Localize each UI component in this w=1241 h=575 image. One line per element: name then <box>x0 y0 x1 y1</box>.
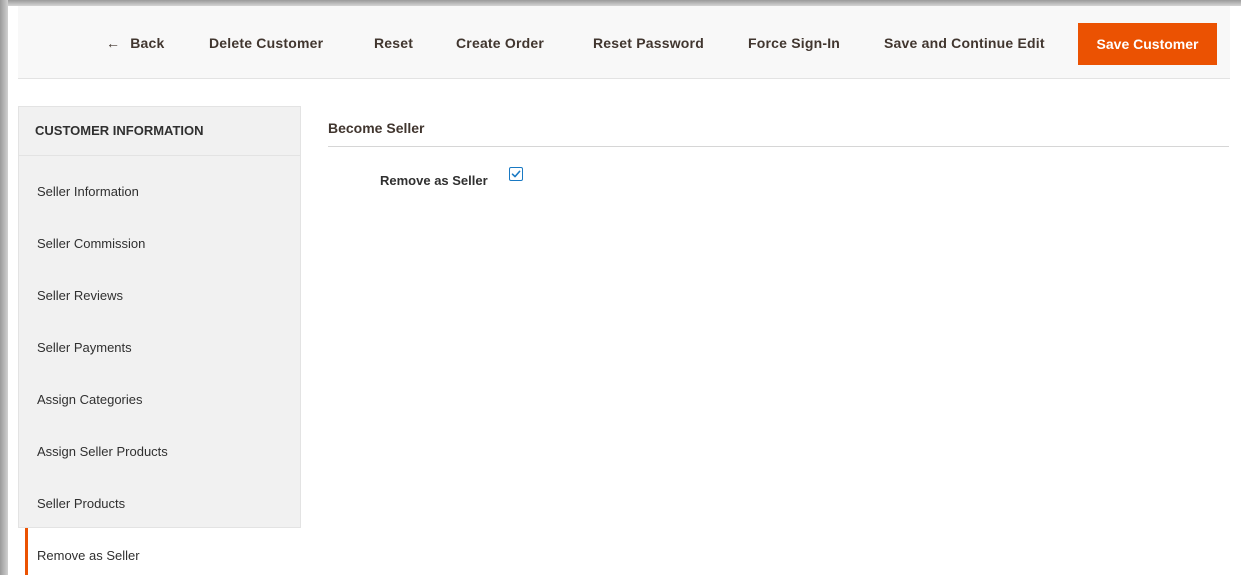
section-title: Become Seller <box>328 120 425 136</box>
sidebar-title: CUSTOMER INFORMATION <box>19 107 300 156</box>
page-actions-toolbar: ← Back Delete Customer Reset Create Order… <box>18 6 1230 79</box>
reset-button[interactable]: Reset <box>374 35 413 51</box>
delete-customer-button[interactable]: Delete Customer <box>209 35 323 51</box>
reset-password-button[interactable]: Reset Password <box>593 35 704 51</box>
sidebar-item-seller-information[interactable]: Seller Information <box>37 184 139 199</box>
sidebar-item-assign-categories[interactable]: Assign Categories <box>37 392 143 407</box>
sidebar-item-label: Remove as Seller <box>37 548 140 563</box>
create-order-button[interactable]: Create Order <box>456 35 544 51</box>
remove-as-seller-label: Remove as Seller <box>380 173 488 188</box>
arrow-left-icon: ← <box>106 35 121 51</box>
sidebar-item-assign-seller-products[interactable]: Assign Seller Products <box>37 444 168 459</box>
window-left-border <box>0 0 8 575</box>
back-label: Back <box>130 35 165 51</box>
customer-information-sidebar: CUSTOMER INFORMATION Seller Information … <box>18 106 301 528</box>
sidebar-item-remove-as-seller[interactable]: Remove as Seller <box>25 528 301 575</box>
save-and-continue-button[interactable]: Save and Continue Edit <box>884 35 1045 51</box>
force-signin-button[interactable]: Force Sign-In <box>748 35 840 51</box>
sidebar-item-seller-products[interactable]: Seller Products <box>37 496 125 511</box>
remove-as-seller-checkbox[interactable] <box>509 167 523 181</box>
checkmark-icon <box>511 170 521 178</box>
back-button[interactable]: ← Back <box>106 35 164 51</box>
section-divider <box>328 146 1229 147</box>
sidebar-item-seller-reviews[interactable]: Seller Reviews <box>37 288 123 303</box>
sidebar-item-seller-commission[interactable]: Seller Commission <box>37 236 145 251</box>
save-customer-button[interactable]: Save Customer <box>1078 23 1217 65</box>
sidebar-item-seller-payments[interactable]: Seller Payments <box>37 340 132 355</box>
